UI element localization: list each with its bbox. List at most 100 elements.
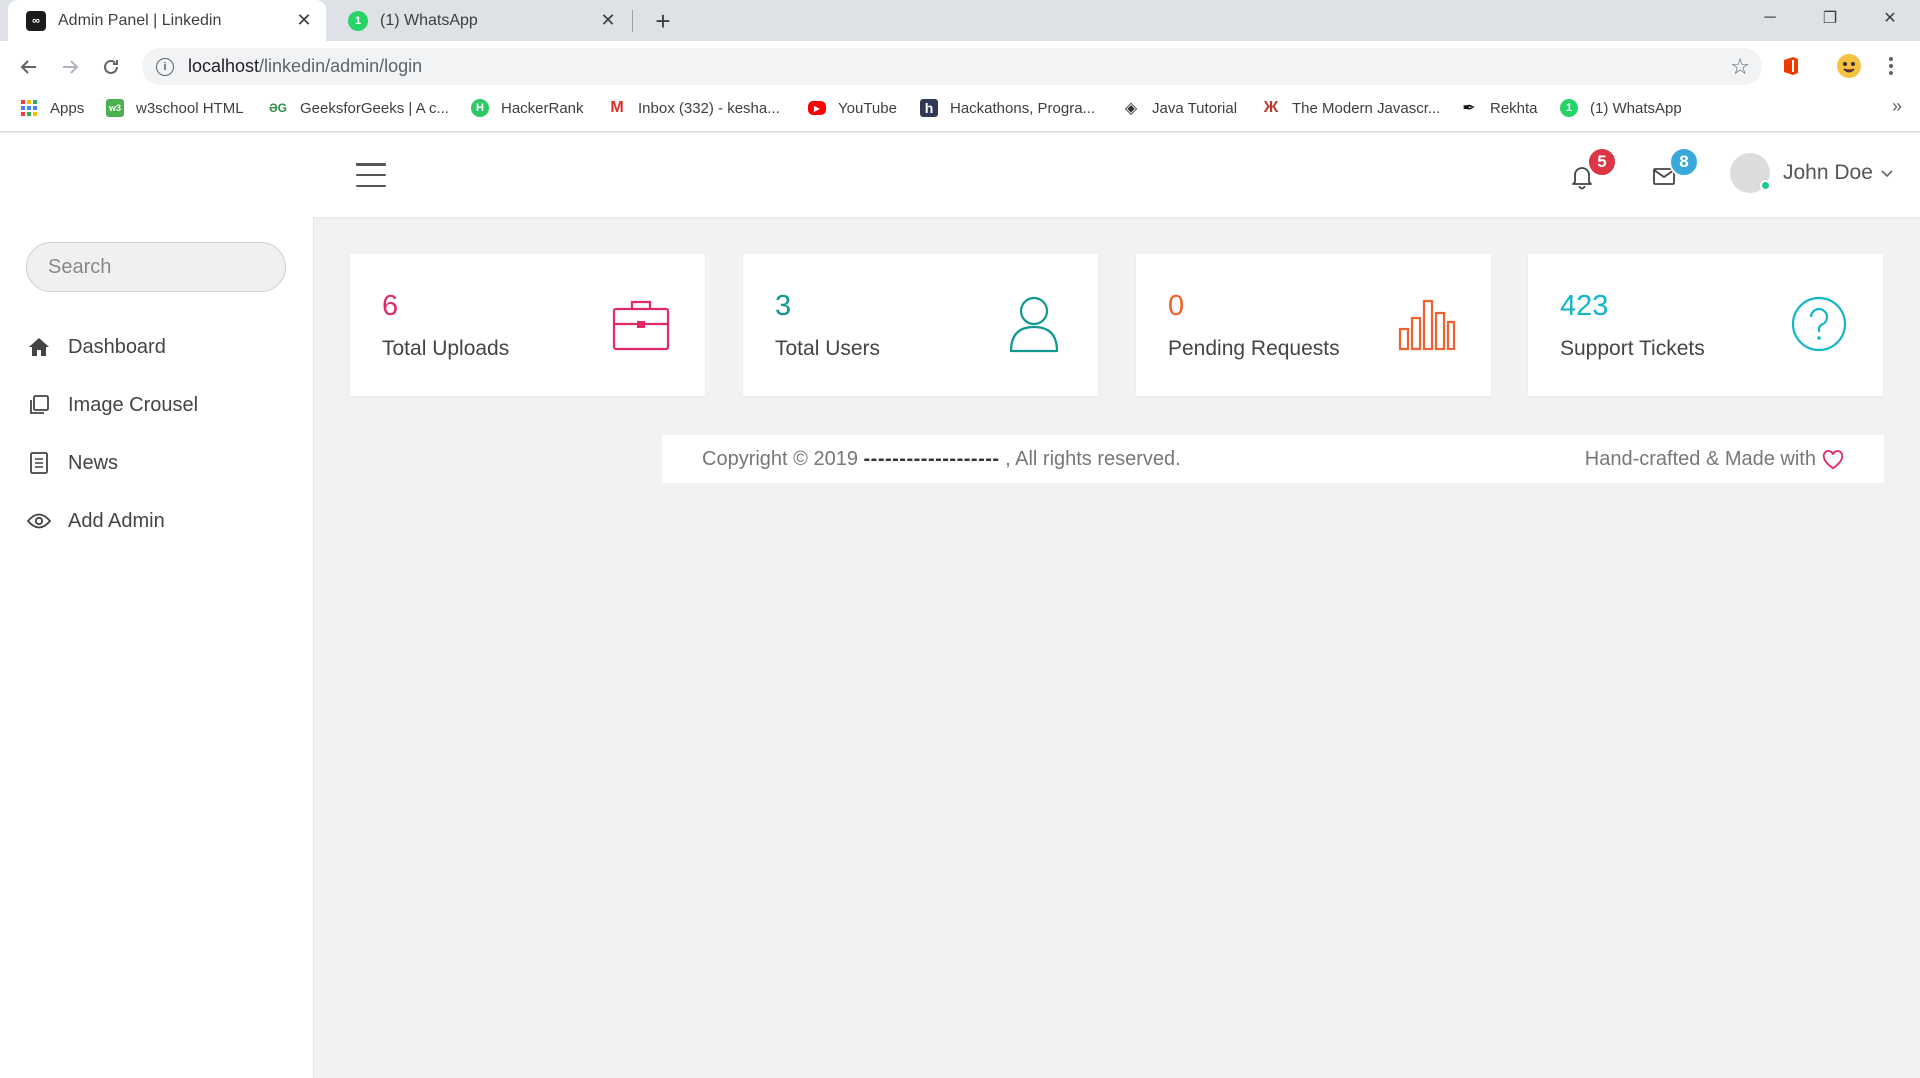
bookmark-gmail[interactable]: M Inbox (332) - kesha... <box>608 92 780 124</box>
stat-label: Total Uploads <box>382 337 510 360</box>
sidebar-item-dashboard[interactable]: Dashboard <box>26 327 296 367</box>
bookmark-hackerrank[interactable]: H HackerRank <box>471 92 584 124</box>
bar-chart-icon <box>1398 299 1456 351</box>
app-header: 5 8 John Doe <box>0 133 1920 217</box>
tab-title: (1) WhatsApp <box>380 11 478 29</box>
bookmark-label: w3school HTML <box>136 99 244 117</box>
office-extension-icon[interactable] <box>1778 53 1804 79</box>
profile-avatar-icon[interactable] <box>1836 53 1862 79</box>
arrow-right-icon <box>63 60 79 74</box>
user-menu-toggle[interactable]: John Doe <box>1783 161 1895 185</box>
bookmark-youtube[interactable]: ▶ YouTube <box>808 92 897 124</box>
whatsapp-icon: 1 <box>1560 99 1578 117</box>
java-tutorial-icon: ◈ <box>1124 100 1138 117</box>
youtube-icon: ▶ <box>808 101 826 115</box>
arrow-left-icon <box>20 60 36 74</box>
back-button[interactable] <box>12 50 46 84</box>
stat-card-total-users: 3 Total Users <box>743 254 1098 396</box>
copyright-suffix: , All rights reserved. <box>1005 448 1181 470</box>
sidebar: Dashboard Image Crousel News Add Admin <box>0 217 314 1078</box>
tab-close-icon[interactable]: ✕ <box>594 7 622 35</box>
user-icon <box>1009 296 1059 353</box>
javascript-info-icon: Ж <box>1263 99 1279 116</box>
sidebar-item-news[interactable]: News <box>26 443 296 483</box>
chevron-down-icon <box>1881 170 1893 178</box>
bookmark-apps[interactable]: Apps <box>20 92 84 124</box>
sidebar-item-label: Image Crousel <box>68 393 199 416</box>
tab-admin-panel[interactable]: ∞ Admin Panel | Linkedin ✕ <box>8 0 326 41</box>
bookmark-hackerearth[interactable]: h Hackathons, Progra... <box>920 92 1095 124</box>
online-status-dot <box>1760 180 1771 191</box>
stat-card-total-uploads: 6 Total Uploads <box>350 254 705 396</box>
bookmark-java-tutorial[interactable]: ◈ Java Tutorial <box>1122 92 1237 124</box>
stat-value: 423 <box>1560 290 1609 322</box>
minimize-button[interactable]: ─ <box>1740 0 1800 36</box>
hamburger-menu-button[interactable] <box>356 163 386 187</box>
sidebar-item-label: Dashboard <box>68 335 166 358</box>
apps-grid-icon <box>20 99 38 117</box>
document-icon <box>26 450 52 476</box>
restore-button[interactable]: ❐ <box>1800 0 1860 36</box>
messages-button[interactable]: 8 <box>1647 147 1699 193</box>
reload-button[interactable] <box>94 50 128 84</box>
bookmarks-bar: Apps w3 w3school HTML ƏG GeeksforGeeks |… <box>0 92 1920 132</box>
stat-value: 3 <box>775 290 792 322</box>
tab-whatsapp[interactable]: 1 (1) WhatsApp ✕ <box>330 0 630 41</box>
user-name: John Doe <box>1783 161 1873 184</box>
stat-label: Support Tickets <box>1560 337 1705 360</box>
more-bookmarks-button[interactable]: » <box>1892 96 1902 117</box>
sidebar-item-label: Add Admin <box>68 509 165 532</box>
copyright-owner: ------------------- <box>863 448 1000 470</box>
browser-tabstrip: ∞ Admin Panel | Linkedin ✕ 1 (1) WhatsAp… <box>0 0 1920 41</box>
tab-divider <box>632 10 633 32</box>
hackerrank-icon: H <box>471 99 489 117</box>
search-input[interactable] <box>26 242 286 292</box>
bookmark-label: Rekhta <box>1490 99 1538 117</box>
notifications-button[interactable]: 5 <box>1565 147 1617 193</box>
bookmark-label: The Modern Javascr... <box>1292 99 1441 117</box>
question-circle-icon <box>1791 296 1847 352</box>
hamburger-line <box>356 173 386 177</box>
messages-badge: 8 <box>1669 147 1699 177</box>
new-tab-button[interactable]: + <box>648 6 678 36</box>
bookmark-label: GeeksforGeeks | A c... <box>300 99 449 117</box>
copyright-text: Copyright © 2019 ------------------- , A… <box>702 448 1181 471</box>
url-path: /linkedin/admin/login <box>259 56 423 76</box>
bookmark-label: YouTube <box>838 99 897 117</box>
copy-icon <box>26 392 52 418</box>
browser-menu-icon[interactable] <box>1878 53 1904 79</box>
bookmark-rekhta[interactable]: ✒ Rekhta <box>1460 92 1538 124</box>
notifications-badge: 5 <box>1587 147 1617 177</box>
stat-value: 6 <box>382 290 399 322</box>
hackerearth-icon: h <box>920 99 938 117</box>
forward-button[interactable] <box>53 50 87 84</box>
rekhta-icon: ✒ <box>1462 100 1476 117</box>
briefcase-icon <box>612 300 670 351</box>
bookmark-modern-javascript[interactable]: Ж The Modern Javascr... <box>1262 92 1441 124</box>
hamburger-line <box>356 163 386 166</box>
eye-icon <box>26 508 52 534</box>
stat-card-support-tickets: 423 Support Tickets <box>1528 254 1883 396</box>
geeksforgeeks-icon: ƏG <box>268 101 288 115</box>
bookmark-geeksforgeeks[interactable]: ƏG GeeksforGeeks | A c... <box>268 92 449 124</box>
user-avatar[interactable] <box>1730 153 1771 193</box>
sidebar-item-image-crousel[interactable]: Image Crousel <box>26 385 296 425</box>
bookmark-star-icon[interactable]: ☆ <box>1730 54 1750 80</box>
copyright-prefix: Copyright © 2019 <box>702 448 858 470</box>
address-bar[interactable]: i localhost/linkedin/admin/login ☆ <box>142 48 1762 85</box>
sidebar-item-add-admin[interactable]: Add Admin <box>26 501 296 541</box>
bookmark-label: HackerRank <box>501 99 584 117</box>
site-info-icon[interactable]: i <box>156 57 174 76</box>
stat-value: 0 <box>1168 290 1185 322</box>
bookmark-w3school[interactable]: w3 w3school HTML <box>106 92 244 124</box>
bookmark-whatsapp[interactable]: 1 (1) WhatsApp <box>1560 92 1682 124</box>
stat-label: Pending Requests <box>1168 337 1340 360</box>
bookmark-label: Apps <box>50 99 85 117</box>
sidebar-item-label: News <box>68 451 119 474</box>
made-with-label: Hand-crafted & Made with <box>1584 448 1816 470</box>
window-close-button[interactable]: ✕ <box>1860 0 1920 36</box>
tab-close-icon[interactable]: ✕ <box>290 7 318 35</box>
hamburger-line <box>356 184 386 187</box>
bookmark-label: Inbox (332) - kesha... <box>638 99 780 117</box>
bookmark-label: Hackathons, Progra... <box>950 99 1096 117</box>
